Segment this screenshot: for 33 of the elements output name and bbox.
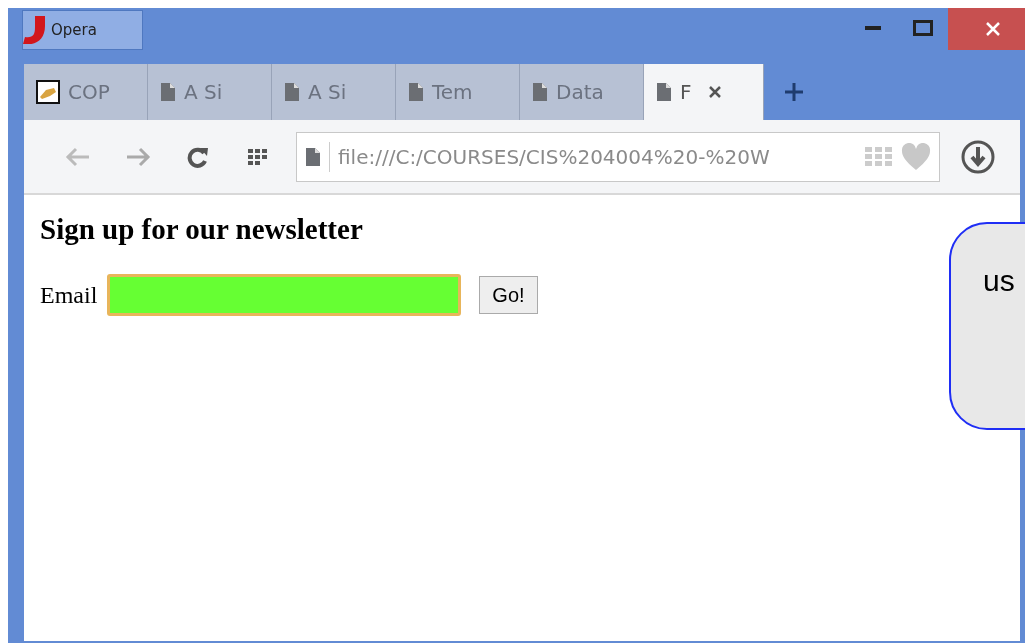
url-text: file:///C:/COURSES/CIS%204004%20-%20W (338, 144, 771, 169)
page-icon (656, 82, 672, 102)
plus-icon (784, 82, 804, 102)
maximize-icon (913, 20, 933, 36)
opera-menu-button[interactable]: Opera (22, 10, 143, 50)
browser-tab[interactable]: A Si (148, 64, 272, 120)
logo-icon (23, 16, 45, 44)
close-icon (985, 21, 1001, 37)
page-icon (408, 82, 424, 102)
browser-tab[interactable]: F (644, 64, 764, 120)
callout-text: us (983, 264, 1015, 297)
browser-tab[interactable]: Tem (396, 64, 520, 120)
grid-icon[interactable] (248, 148, 268, 165)
back-icon[interactable] (65, 146, 91, 167)
browser-tab[interactable]: Data (520, 64, 644, 120)
heart-icon[interactable] (901, 142, 931, 171)
address-bar[interactable]: file:///C:/COURSES/CIS%204004%20-%20W (296, 131, 940, 182)
page-heading: Sign up for our newsletter (40, 213, 364, 246)
page-icon (305, 146, 321, 167)
page-icon (532, 82, 548, 102)
close-button[interactable] (948, 8, 1025, 50)
download-icon[interactable] (961, 139, 995, 174)
browser-tab[interactable]: A Si (272, 64, 396, 120)
page-icon (160, 82, 176, 102)
email-label: Email (40, 281, 98, 309)
forward-icon[interactable] (125, 146, 151, 167)
reload-icon[interactable] (187, 145, 209, 168)
minimize-icon (865, 26, 881, 30)
page-icon (284, 82, 300, 102)
browser-tab[interactable]: COP (24, 64, 148, 120)
close-tab-icon[interactable] (707, 85, 722, 99)
email-field[interactable] (107, 274, 462, 316)
go-button[interactable]: Go! (479, 276, 538, 314)
